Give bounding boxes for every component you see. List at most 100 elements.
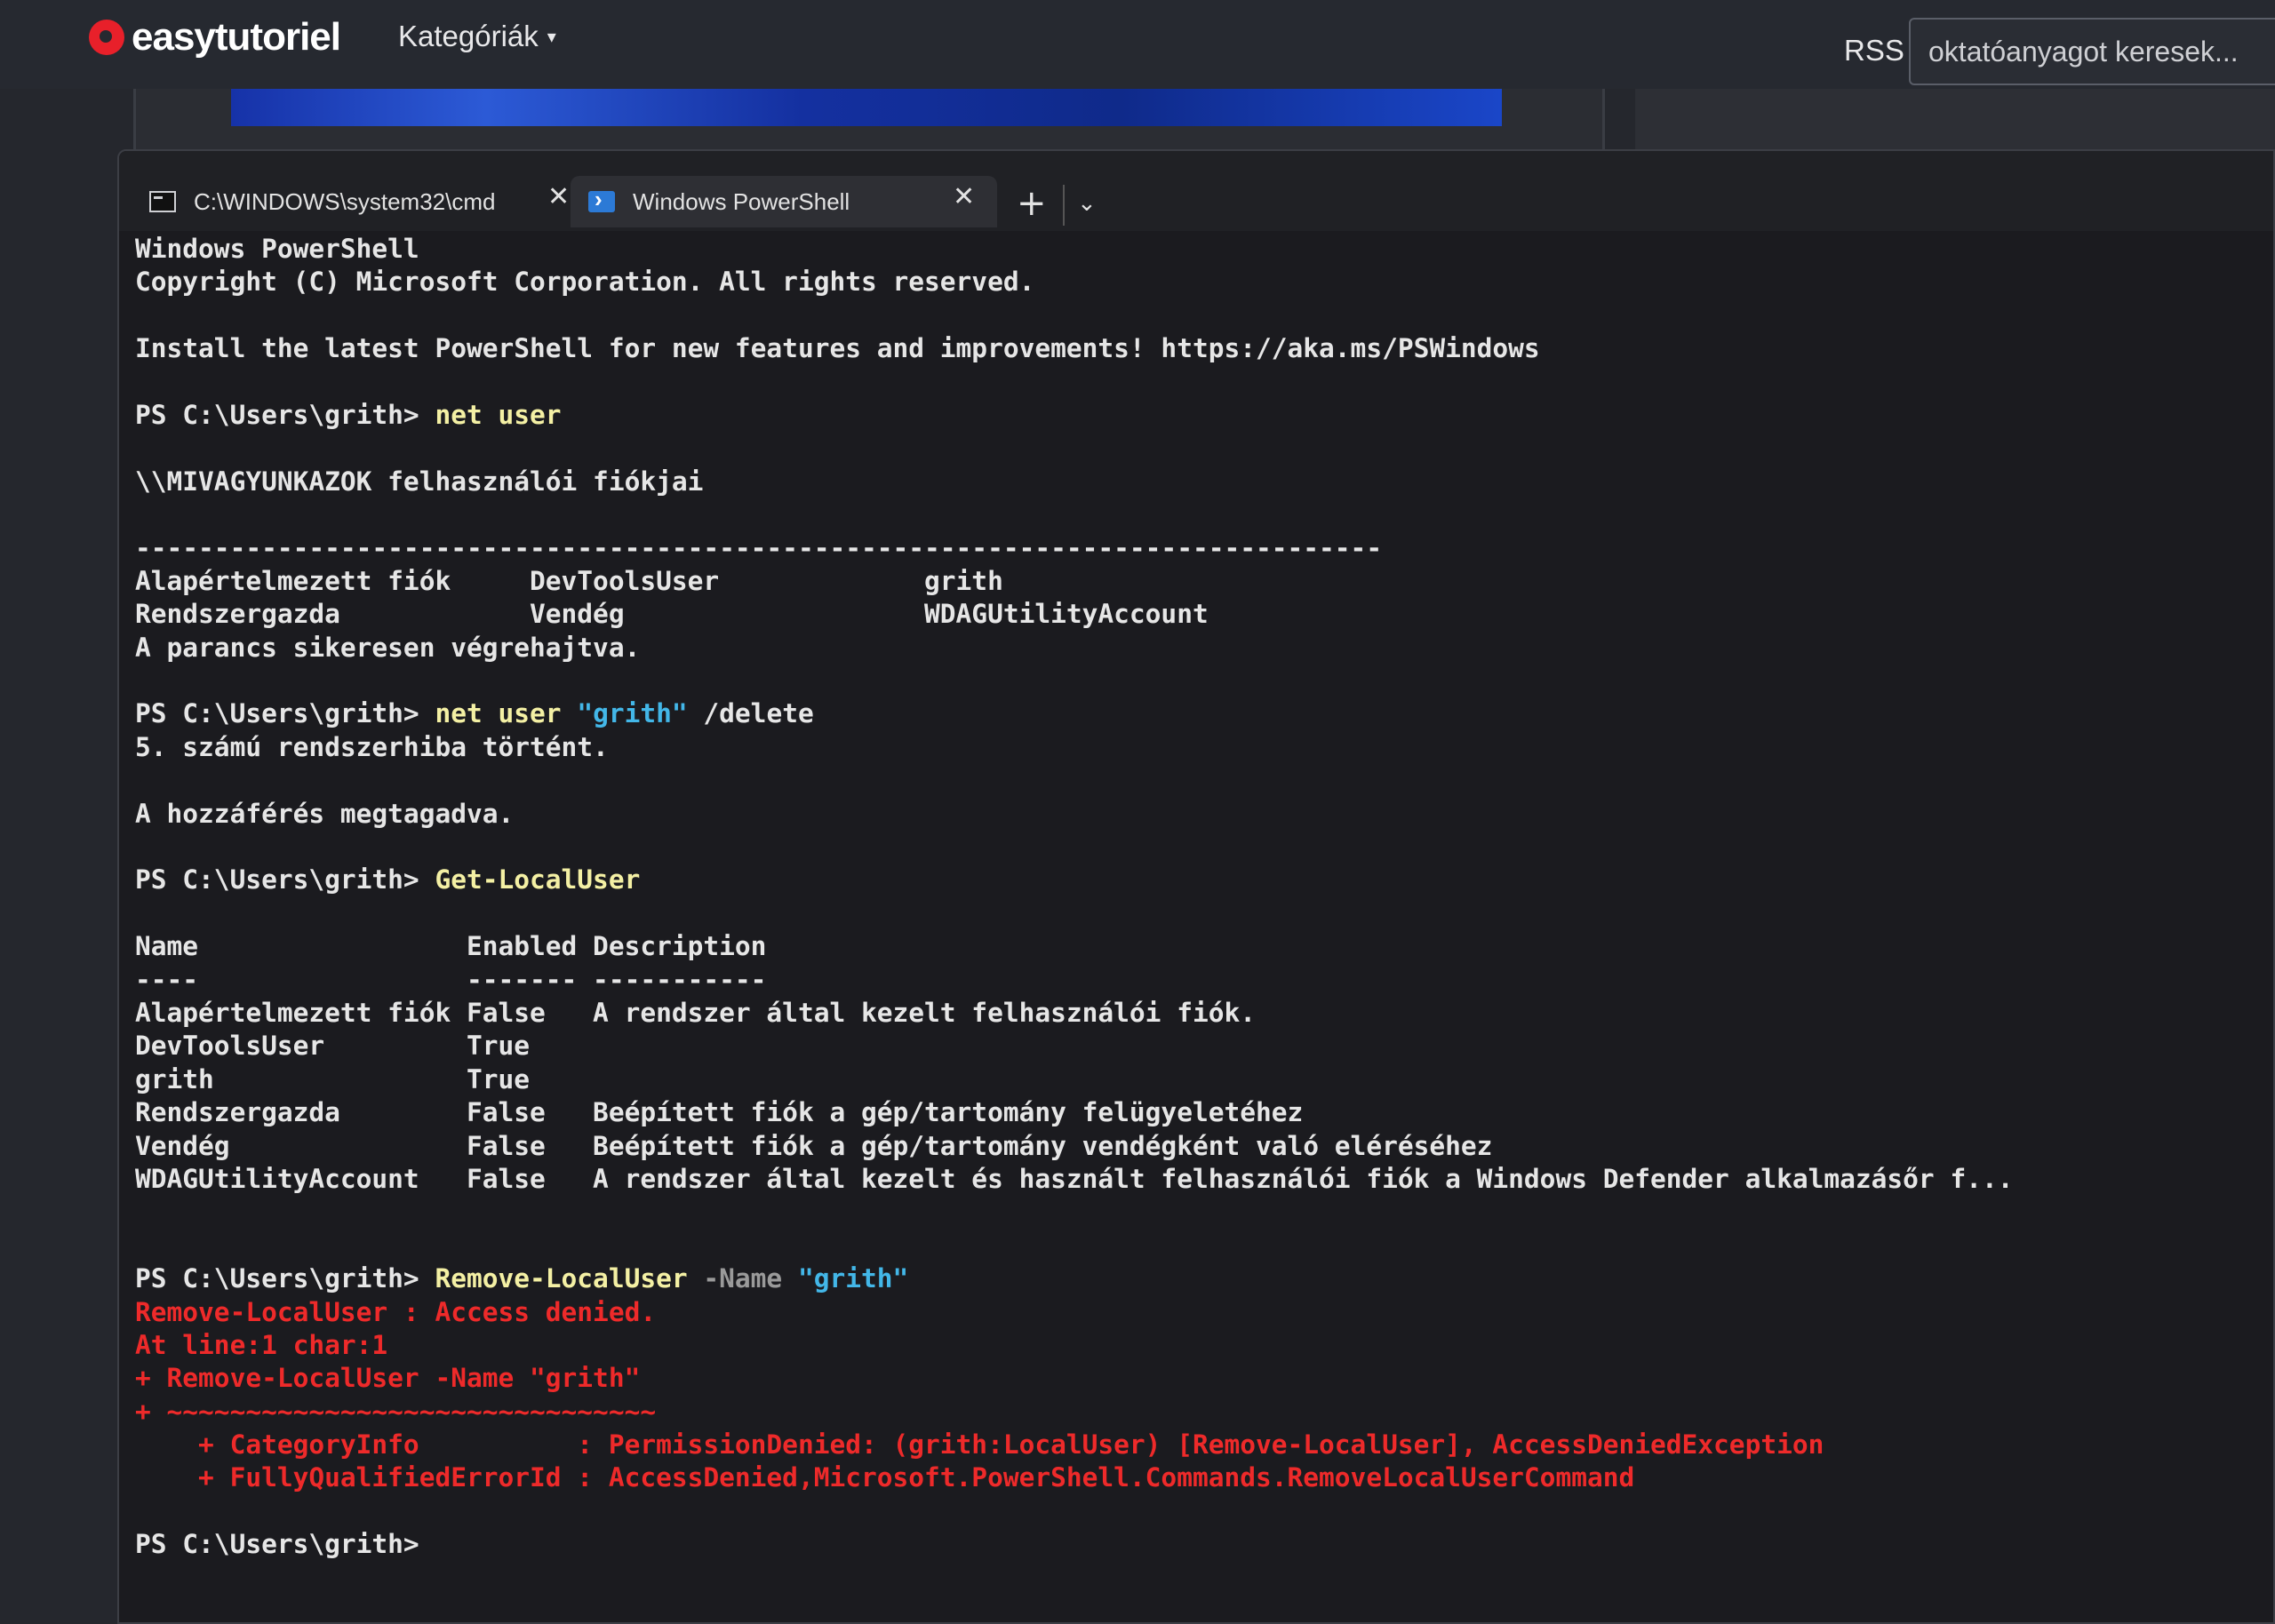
terminal-text: DevToolsUser True bbox=[135, 1031, 531, 1062]
terminal-line: ----------------------------------------… bbox=[135, 532, 2250, 565]
tab-powershell-label: Windows PowerShell bbox=[633, 187, 850, 215]
logo-text: easytutoriel bbox=[132, 15, 341, 59]
terminal-text: net bbox=[435, 399, 483, 430]
terminal-line: PS C:\Users\grith> net user bbox=[135, 399, 2250, 432]
terminal-text: + CategoryInfo : PermissionDenied: (grit… bbox=[135, 1429, 1824, 1461]
terminal-line: PS C:\Users\grith> Remove-LocalUser -Nam… bbox=[135, 1262, 2250, 1295]
terminal-text: + ~~~~~~~~~~~~~~~~~~~~~~~~~~~~~~~ bbox=[135, 1396, 657, 1427]
tab-bar: C:\WINDOWS\system32\cmd.e ✕ Windows Powe… bbox=[119, 151, 2273, 231]
terminal-text: PS C:\Users\grith> bbox=[135, 1529, 419, 1560]
terminal-text: Get-LocalUser bbox=[435, 864, 641, 896]
terminal-line: WDAGUtilityAccount False A rendszer álta… bbox=[135, 1163, 2250, 1196]
terminal-line: At line:1 char:1 bbox=[135, 1329, 2250, 1362]
logo-icon bbox=[89, 20, 124, 55]
site-header: easytutoriel Kategóriák ▾ RSS oktatóanya… bbox=[0, 0, 2275, 89]
site-logo[interactable]: easytutoriel bbox=[89, 11, 341, 64]
terminal-text: \\MIVAGYUNKAZOK felhasználói fiókjai bbox=[135, 466, 704, 497]
terminal-text: PS C:\Users\grith> bbox=[135, 864, 435, 896]
terminal-output[interactable]: Windows PowerShell Copyright (C) Microsof… bbox=[135, 233, 2250, 1562]
terminal-text: Remove-LocalUser : Access denied. bbox=[135, 1296, 657, 1327]
terminal-text: PS C:\Users\grith> bbox=[135, 1263, 435, 1294]
terminal-line: Alapértelmezett fiók False A rendszer ál… bbox=[135, 997, 2250, 1030]
terminal-line: Install the latest PowerShell for new fe… bbox=[135, 332, 2250, 365]
terminal-text: Rendszergazda Vendég WDAGUtilityAccount bbox=[135, 599, 1209, 630]
terminal-line: A parancs sikeresen végrehajtva. bbox=[135, 632, 2250, 665]
tab-powershell[interactable]: Windows PowerShell ✕ bbox=[571, 176, 997, 227]
terminal-text: grith True bbox=[135, 1063, 531, 1095]
terminal-text: + FullyQualifiedErrorId : AccessDenied,M… bbox=[135, 1462, 1635, 1493]
terminal-text: Install the latest PowerShell for new fe… bbox=[135, 333, 1540, 364]
terminal-text: A parancs sikeresen végrehajtva. bbox=[135, 632, 641, 663]
rss-link[interactable]: RSS bbox=[1844, 34, 1904, 68]
nav-categories-label: Kategóriák bbox=[398, 20, 539, 52]
terminal-text: user bbox=[482, 399, 562, 430]
tab-divider bbox=[1063, 185, 1065, 226]
terminal-text: A hozzáférés megtagadva. bbox=[135, 798, 515, 829]
terminal-line: A hozzáférés megtagadva. bbox=[135, 798, 2250, 831]
terminal-line: + ~~~~~~~~~~~~~~~~~~~~~~~~~~~~~~~ bbox=[135, 1396, 2250, 1429]
terminal-line: Vendég False Beépített fiók a gép/tartom… bbox=[135, 1130, 2250, 1163]
terminal-line: Name Enabled Description bbox=[135, 930, 2250, 963]
terminal-text: At line:1 char:1 bbox=[135, 1329, 388, 1360]
close-icon[interactable]: ✕ bbox=[953, 181, 975, 212]
terminal-text: Alapértelmezett fiók False A rendszer ál… bbox=[135, 997, 1256, 1028]
terminal-text: Copyright (C) Microsoft Corporation. All… bbox=[135, 267, 1035, 298]
tab-cmd-label: C:\WINDOWS\system32\cmd.e bbox=[194, 187, 496, 215]
powershell-icon bbox=[588, 186, 615, 213]
tab-dropdown-button[interactable]: ⌄ bbox=[1077, 190, 1097, 217]
terminal-line: PS C:\Users\grith> Get-LocalUser bbox=[135, 864, 2250, 896]
terminal-text: 5. számú rendszerhiba történt. bbox=[135, 731, 609, 762]
terminal-line: Windows PowerShell bbox=[135, 233, 2250, 266]
article-banner-image bbox=[231, 89, 1502, 126]
nav-categories-menu[interactable]: Kategóriák ▾ bbox=[398, 20, 556, 53]
terminal-line: PS C:\Users\grith> bbox=[135, 1528, 2250, 1561]
terminal-line: \\MIVAGYUNKAZOK felhasználói fiókjai bbox=[135, 466, 2250, 498]
terminal-line: + FullyQualifiedErrorId : AccessDenied,M… bbox=[135, 1461, 2250, 1494]
terminal-text: WDAGUtilityAccount False A rendszer álta… bbox=[135, 1163, 2014, 1194]
terminal-line: DevToolsUser True bbox=[135, 1030, 2250, 1063]
terminal-line: 5. számú rendszerhiba történt. bbox=[135, 731, 2250, 764]
terminal-text: net user bbox=[435, 698, 578, 729]
terminal-text: + Remove-LocalUser -Name "grith" bbox=[135, 1363, 641, 1394]
terminal-text: "grith" bbox=[797, 1263, 909, 1294]
terminal-line: Copyright (C) Microsoft Corporation. All… bbox=[135, 266, 2250, 299]
terminal-line: PS C:\Users\grith> net user "grith" /del… bbox=[135, 697, 2250, 730]
terminal-line: ---- ------- ----------- bbox=[135, 964, 2250, 997]
close-icon[interactable]: ✕ bbox=[547, 181, 570, 212]
terminal-text: PS C:\Users\grith> bbox=[135, 399, 435, 430]
terminal-line: grith True bbox=[135, 1063, 2250, 1096]
search-input[interactable]: oktatóanyagot keresek... bbox=[1909, 18, 2275, 85]
terminal-line: + CategoryInfo : PermissionDenied: (grit… bbox=[135, 1429, 2250, 1461]
terminal-line: Rendszergazda Vendég WDAGUtilityAccount bbox=[135, 598, 2250, 631]
terminal-text: ----------------------------------------… bbox=[135, 532, 1383, 563]
terminal-text: Remove-LocalUser bbox=[435, 1263, 688, 1294]
terminal-text: Vendég False Beépített fiók a gép/tartom… bbox=[135, 1130, 1493, 1161]
terminal-text: ---- ------- ----------- bbox=[135, 964, 767, 995]
terminal-text: Windows PowerShell bbox=[135, 234, 419, 264]
terminal-text: Rendszergazda False Beépített fiók a gép… bbox=[135, 1097, 1304, 1128]
chevron-down-icon: ▾ bbox=[547, 27, 556, 47]
new-tab-button[interactable]: + bbox=[1017, 183, 1047, 224]
terminal-line: Alapértelmezett fiók DevToolsUser grith bbox=[135, 565, 2250, 598]
terminal-text: "grith" bbox=[577, 698, 688, 729]
terminal-text: PS C:\Users\grith> bbox=[135, 698, 435, 729]
terminal-line: Remove-LocalUser : Access denied. bbox=[135, 1296, 2250, 1329]
terminal-text: /delete bbox=[687, 698, 814, 729]
terminal-line: + Remove-LocalUser -Name "grith" bbox=[135, 1362, 2250, 1395]
terminal-text: Alapértelmezett fiók DevToolsUser grith bbox=[135, 565, 1003, 596]
terminal-line: Rendszergazda False Beépített fiók a gép… bbox=[135, 1096, 2250, 1129]
terminal-text: -Name bbox=[687, 1263, 798, 1294]
terminal-text: Name Enabled Description bbox=[135, 931, 767, 962]
terminal-window: C:\WINDOWS\system32\cmd.e ✕ Windows Powe… bbox=[117, 149, 2275, 1624]
